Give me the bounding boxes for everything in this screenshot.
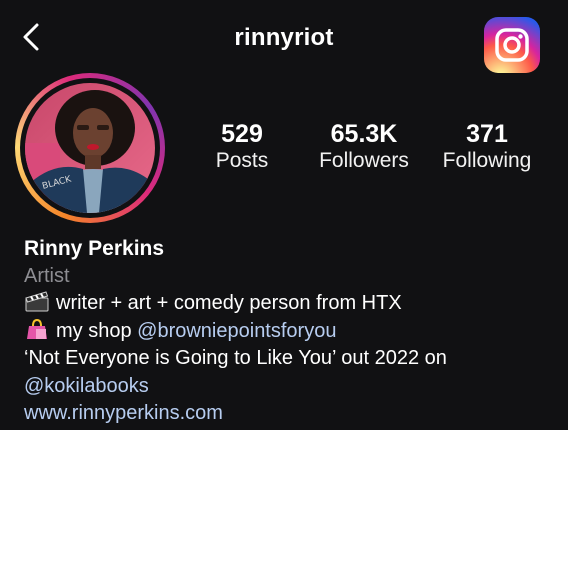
bio-line-2-prefix: my shop	[56, 319, 138, 342]
posts-stat[interactable]: 529 Posts	[200, 120, 284, 174]
profile-bio: Rinny Perkins Artist writer + art + come…	[24, 235, 558, 428]
profile-header-panel: rinnyriot BLACK 529 Posts 65.3K Follower…	[0, 0, 568, 430]
instagram-logo-icon[interactable]	[484, 17, 540, 73]
bio-line-1-text: writer + art + comedy person from HTX	[56, 292, 402, 314]
clapper-board-icon	[25, 291, 49, 312]
shopping-bags-icon	[27, 318, 47, 339]
profile-username: rinnyriot	[234, 24, 334, 51]
publisher-mention-link[interactable]: @kokilabooks	[24, 375, 149, 397]
followers-label: Followers	[319, 149, 409, 172]
following-label: Following	[442, 149, 532, 172]
category-label: Artist	[24, 264, 70, 287]
posts-count: 529	[221, 120, 263, 148]
followers-stat[interactable]: 65.3K Followers	[308, 120, 420, 174]
bio-line-1: writer + art + comedy person from HTX	[24, 290, 558, 318]
avatar: BLACK	[25, 83, 155, 213]
following-stat[interactable]: 371 Following	[432, 120, 542, 174]
shop-mention-link[interactable]: @browniepointsforyou	[137, 320, 336, 342]
camera-glyph	[495, 28, 529, 62]
posts-label: Posts	[215, 149, 269, 172]
bio-line-2: my shop @browniepointsforyou	[24, 318, 558, 346]
following-count: 371	[466, 120, 508, 148]
followers-count: 65.3K	[330, 120, 398, 148]
bio-line-3: ‘Not Everyone is Going to Like You’ out …	[24, 347, 447, 369]
website-link[interactable]: www.rinnyperkins.com	[24, 402, 223, 424]
display-name: Rinny Perkins	[24, 237, 165, 260]
story-ring[interactable]: BLACK	[15, 73, 165, 223]
